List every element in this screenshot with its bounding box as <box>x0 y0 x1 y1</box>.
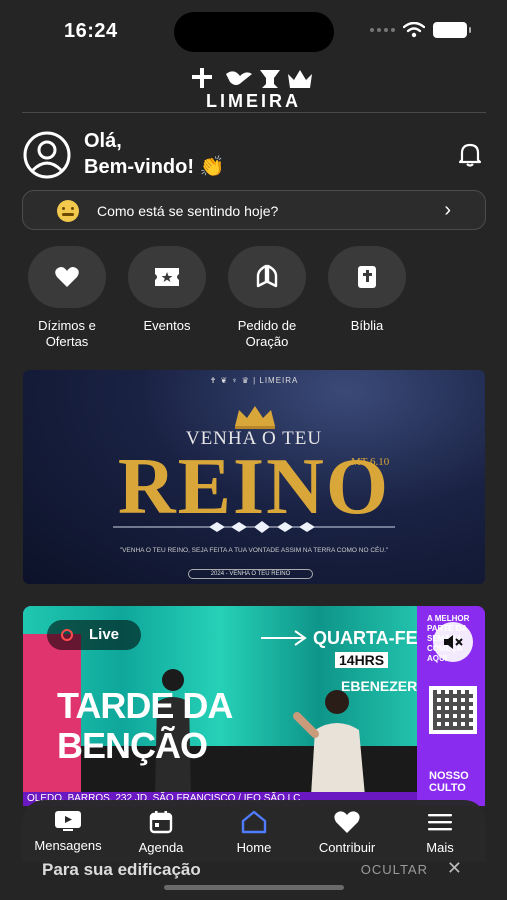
greeting-header: Olá, Bem-vindo! 👏 <box>22 128 486 180</box>
church-symbols-icon <box>191 68 312 88</box>
singer-figure <box>293 690 365 796</box>
nav-mais[interactable]: Mais <box>394 810 486 855</box>
praying-hands-icon <box>228 246 306 308</box>
live-icon <box>61 629 73 641</box>
home-indicator[interactable] <box>164 885 344 890</box>
heart-icon <box>334 811 360 833</box>
nav-label: Agenda <box>138 840 184 855</box>
speaker-muted-icon <box>444 635 463 649</box>
greeting-line1: Olá, <box>84 130 122 152</box>
nav-label: Mensagens <box>34 838 102 853</box>
battery-icon <box>433 22 471 38</box>
nav-home[interactable]: Home <box>208 810 300 855</box>
quick-actions: Dízimos e Ofertas Eventos Pedido de Oraç… <box>22 246 422 356</box>
banner-verse: "VENHA O TEU REINO, SEJA FEITA A TUA VON… <box>119 547 389 554</box>
crown-icon <box>235 406 275 429</box>
banner-place: EBENEZER <box>341 678 418 694</box>
greeting-text: Olá, Bem-vindo! 👏 <box>84 128 224 180</box>
arrow-right-icon <box>261 630 307 646</box>
mood-label: Como está se sentindo hoje? <box>97 203 279 219</box>
emoji-icon <box>57 200 79 222</box>
greeting-line2: Bem-vindo! 👏 <box>84 156 225 178</box>
mute-button[interactable] <box>433 622 473 662</box>
chevron-right-icon: › <box>444 199 451 221</box>
qr-code <box>429 686 477 734</box>
bible-icon <box>328 246 406 308</box>
ticket-icon <box>128 246 206 308</box>
menu-icon <box>428 814 452 831</box>
status-bar: 16:24 <box>0 0 507 60</box>
live-label: Live <box>89 626 120 643</box>
brand-logo: LIMEIRA <box>0 66 507 112</box>
ornament-divider <box>113 521 395 533</box>
heart-icon <box>28 246 106 308</box>
nav-contribuir[interactable]: Contribuir <box>301 810 393 855</box>
action-label: Bíblia <box>350 318 384 333</box>
tv-icon <box>55 811 81 831</box>
status-icons <box>370 22 471 38</box>
banner-reference: MT 6.10 <box>351 456 390 468</box>
divider <box>22 112 486 113</box>
section-title: Para sua edificação <box>42 860 201 879</box>
nav-label: Contribuir <box>318 840 376 855</box>
action-eventos[interactable]: Eventos <box>122 246 212 334</box>
hide-button[interactable]: OCULTAR <box>361 862 428 877</box>
bell-icon[interactable] <box>456 140 484 168</box>
avatar-icon[interactable] <box>22 130 72 180</box>
home-icon <box>241 810 267 834</box>
nav-mensagens[interactable]: Mensagens <box>22 810 114 853</box>
banner-title-line2: BENÇÃO <box>57 725 208 766</box>
calendar-icon <box>149 811 173 834</box>
status-time: 16:24 <box>64 20 118 42</box>
nav-label: Home <box>236 840 272 855</box>
action-label: Pedido de Oração <box>237 318 297 349</box>
banner-hours: 14HRS <box>335 652 389 668</box>
banner-side-bottom: NOSSO CULTO <box>429 770 469 794</box>
nav-agenda[interactable]: Agenda <box>115 810 207 855</box>
action-label: Eventos <box>143 318 191 333</box>
nav-label: Mais <box>426 840 454 855</box>
banner-title: TARDE DA BENÇÃO <box>57 685 233 766</box>
action-dizimos[interactable]: Dízimos e Ofertas <box>22 246 112 350</box>
bottom-nav: Mensagens Agenda Home Contribuir Mais <box>22 800 486 862</box>
live-badge: Live <box>47 620 141 650</box>
brand-name: LIMEIRA <box>206 91 301 111</box>
action-label: Dízimos e Ofertas <box>38 318 96 349</box>
banner-footer: 2024 - VENHA O TEU REINO <box>188 569 313 579</box>
banner-venha-o-teu-reino[interactable]: ✝ ❦ ♆ ♛ | LIMEIRA VENHA O TEU REINO MT 6… <box>23 370 485 584</box>
dynamic-island <box>174 12 334 52</box>
banner-title-line1: TARDE DA <box>57 685 233 726</box>
action-pedido-oracao[interactable]: Pedido de Oração <box>222 246 312 350</box>
banner-live-tarde-da-bencao[interactable]: Live QUARTA-FEIRA 14HRS EBENEZER TARDE D… <box>23 606 485 806</box>
mood-check-button[interactable]: Como está se sentindo hoje? › <box>22 190 486 230</box>
banner-logo: ✝ ❦ ♆ ♛ | LIMEIRA <box>209 376 299 385</box>
wifi-icon <box>403 22 425 38</box>
action-biblia[interactable]: Bíblia <box>322 246 412 334</box>
signal-icon <box>370 28 395 32</box>
